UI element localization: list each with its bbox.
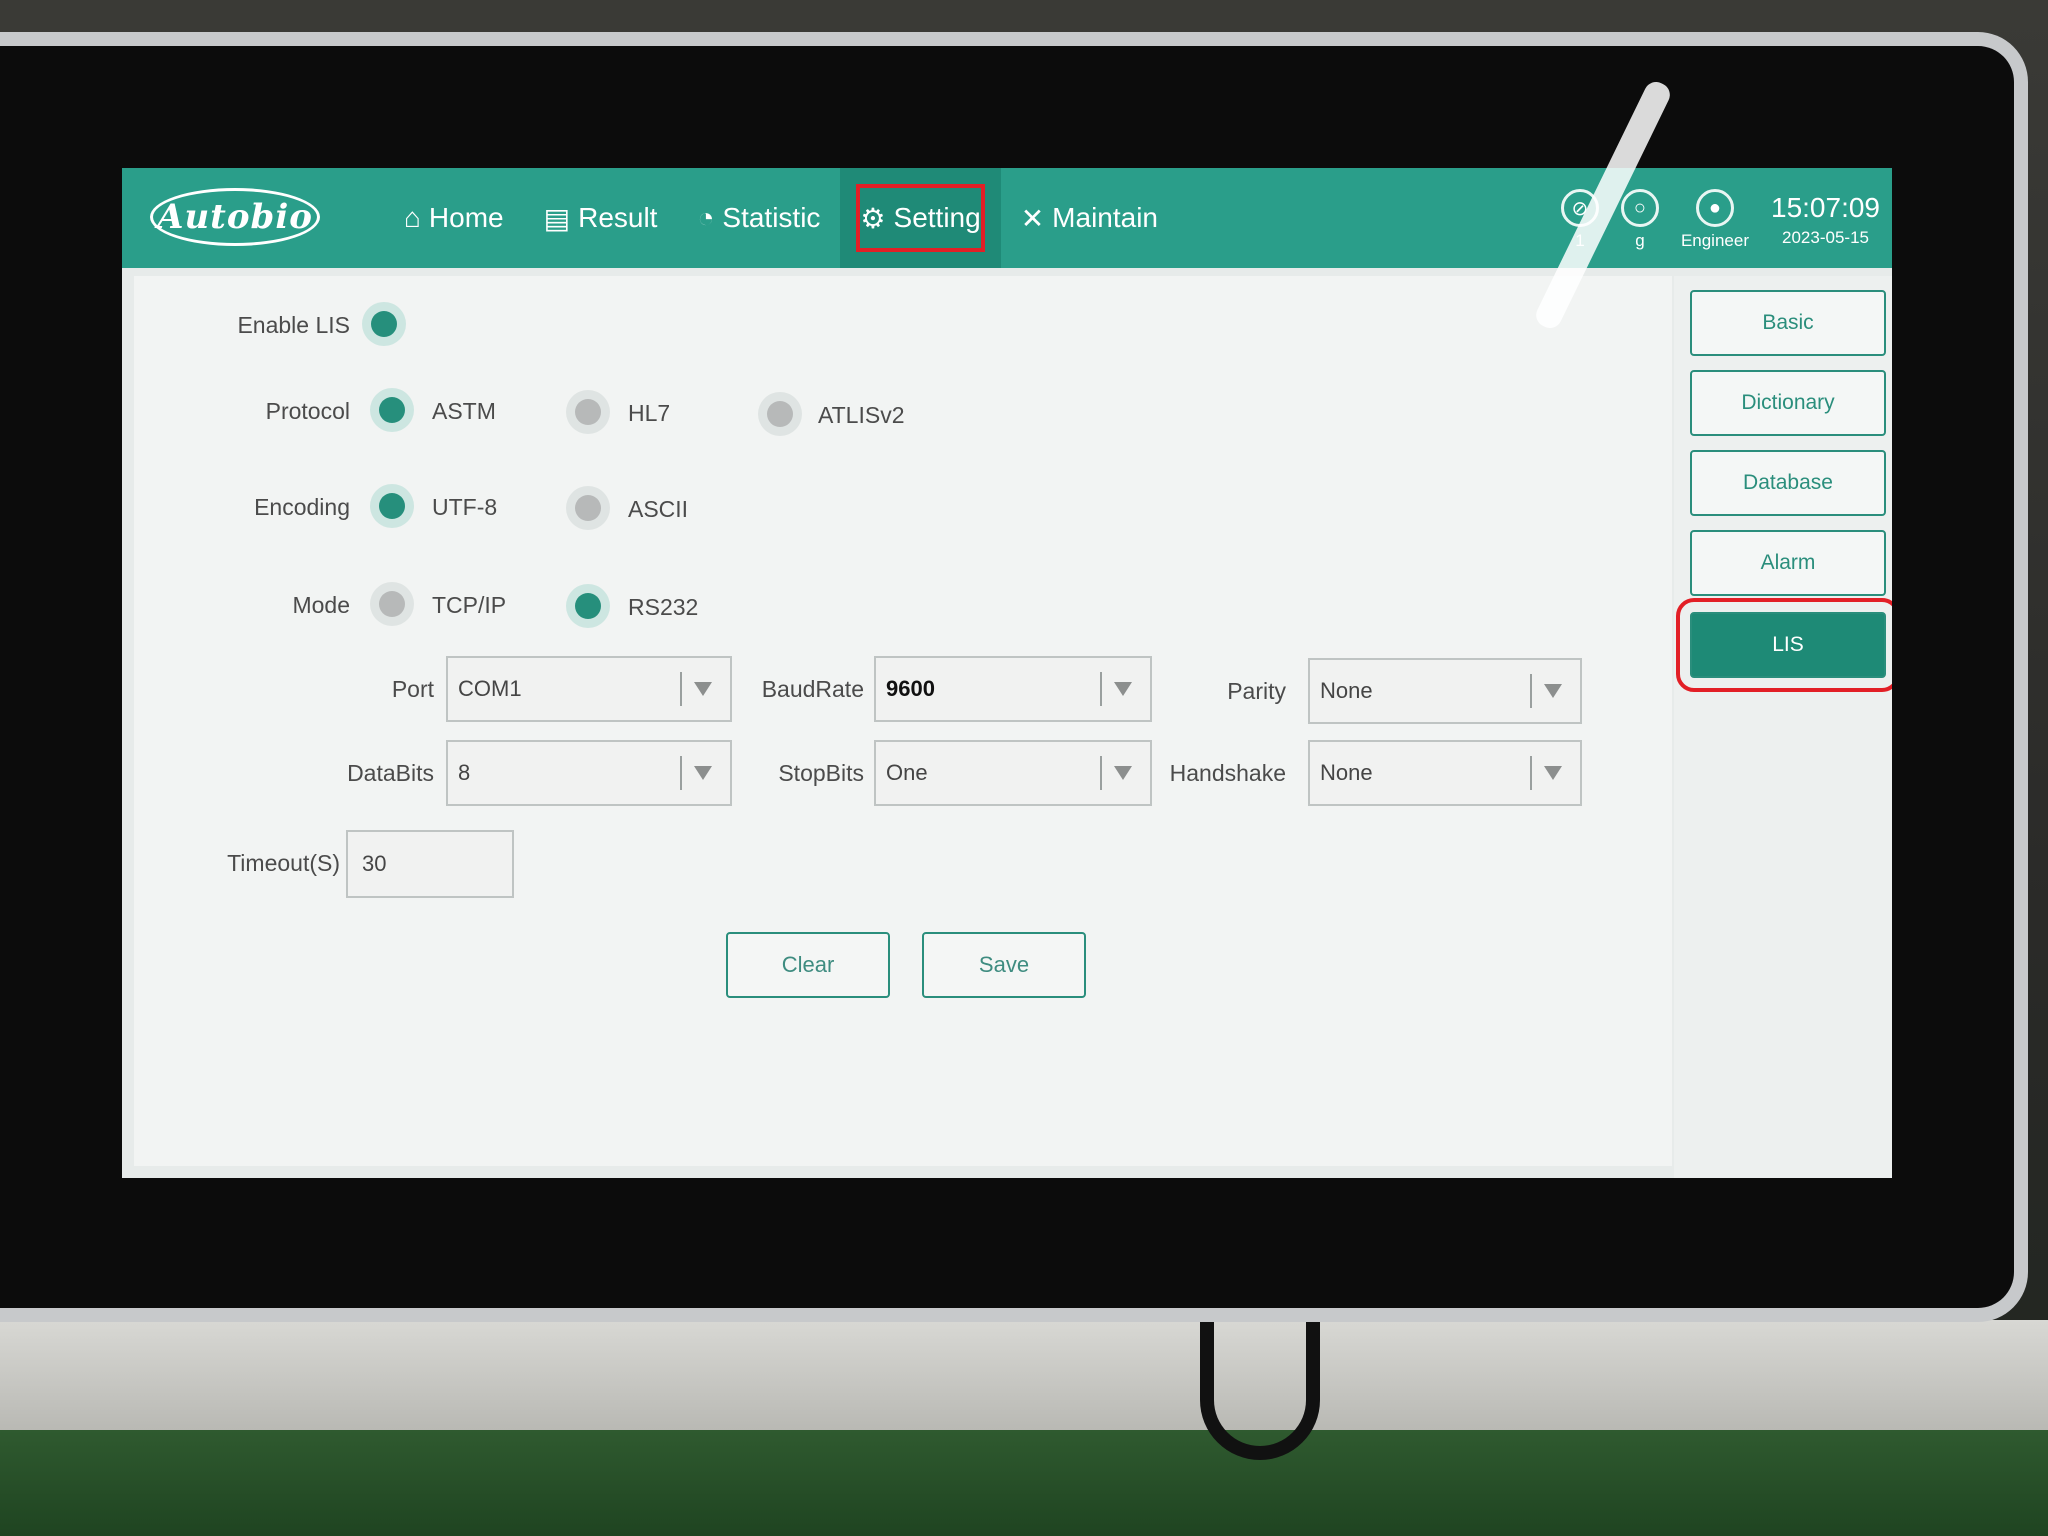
clock-time: 15:07:09 (1771, 192, 1880, 223)
encoding-utf8-radio[interactable] (370, 484, 414, 528)
protocol-astm-radio[interactable] (370, 388, 414, 432)
nav-setting[interactable]: ⚙ Setting (840, 168, 1001, 268)
encoding-ascii-radio[interactable] (566, 486, 610, 530)
databits-select[interactable]: 8 (446, 740, 732, 806)
nav-result-label: Result (578, 202, 658, 233)
chevron-down-icon (1114, 682, 1132, 696)
nav-setting-label: Setting (893, 202, 981, 233)
encoding-label: Encoding (254, 494, 350, 520)
baudrate-value: 9600 (886, 676, 935, 701)
chevron-down-icon (1114, 766, 1132, 780)
protocol-atlisv2-radio[interactable] (758, 392, 802, 436)
settings-side-menu: Basic Dictionary Database Alarm LIS (1674, 276, 1892, 1178)
chevron-down-icon (694, 682, 712, 696)
stopbits-value: One (886, 760, 928, 785)
log-label: g (1635, 231, 1645, 250)
port-select[interactable]: COM1 (446, 656, 732, 722)
encoding-ascii-label: ASCII (628, 496, 689, 522)
enable-lis-label: Enable LIS (237, 312, 350, 338)
timeout-label: Timeout(S) (227, 850, 340, 876)
protocol-label: Protocol (265, 398, 350, 424)
clock-date: 2023-05-15 (1782, 228, 1869, 247)
parity-label: Parity (1227, 678, 1286, 704)
parity-value: None (1320, 678, 1373, 703)
nav-maintain-label: Maintain (1052, 202, 1159, 233)
instrument-base (0, 1430, 2048, 1536)
nav-maintain[interactable]: ✕ Maintain (1001, 168, 1178, 268)
log-status[interactable]: ○ g (1620, 189, 1659, 251)
clear-button[interactable]: Clear (726, 932, 890, 998)
handshake-label: Handshake (1169, 760, 1286, 786)
baudrate-select[interactable]: 9600 (874, 656, 1152, 722)
clock: 15:07:09 2023-05-15 (1771, 192, 1880, 248)
mode-rs232-label: RS232 (628, 594, 699, 620)
pie-chart-icon: ◔ (697, 202, 715, 233)
mode-tcpip-radio[interactable] (370, 582, 414, 626)
mode-rs232-radio[interactable] (566, 584, 610, 628)
nav-statistic-label: Statistic (722, 202, 821, 233)
touch-screen: Autobio ⌂ Home ▤ Result ◔ Statistic ⚙ Se… (122, 168, 1892, 1178)
chevron-down-icon (1544, 684, 1562, 698)
protocol-astm-label: ASTM (432, 398, 496, 424)
desk-shelf (0, 1320, 2048, 1430)
autobio-logo: Autobio (150, 188, 320, 246)
protocol-hl7-radio[interactable] (566, 390, 610, 434)
gear-icon: ⚙ (860, 202, 886, 234)
nav-statistic[interactable]: ◔ Statistic (677, 168, 840, 268)
save-button[interactable]: Save (922, 932, 1086, 998)
mode-tcpip-label: TCP/IP (432, 592, 507, 618)
document-icon: ▤ (543, 202, 571, 234)
tools-icon: ✕ (1020, 202, 1045, 234)
stopbits-select[interactable]: One (874, 740, 1152, 806)
databits-value: 8 (458, 760, 471, 785)
side-lis-button[interactable]: LIS (1676, 598, 1892, 692)
side-dictionary-button[interactable]: Dictionary (1690, 370, 1886, 436)
stopbits-label: StopBits (778, 760, 864, 786)
user-status[interactable]: ● Engineer (1681, 189, 1749, 251)
enable-lis-toggle[interactable] (362, 302, 406, 346)
side-database-button[interactable]: Database (1690, 450, 1886, 516)
mode-label: Mode (292, 592, 350, 618)
nav-home[interactable]: ⌂ Home (384, 168, 524, 268)
protocol-atlisv2-label: ATLISv2 (818, 402, 905, 428)
protocol-hl7-label: HL7 (628, 400, 671, 426)
encoding-utf8-label: UTF-8 (432, 494, 498, 520)
lis-settings-panel: Enable LIS Protocol ASTM HL7 ATLISv2 Enc… (134, 276, 1672, 1166)
port-label: Port (391, 676, 434, 702)
baudrate-label: BaudRate (761, 676, 864, 702)
nav-result[interactable]: ▤ Result (524, 168, 678, 268)
chevron-down-icon (694, 766, 712, 780)
chevron-down-icon (1544, 766, 1562, 780)
home-icon: ⌂ (404, 202, 421, 233)
main-nav: ⌂ Home ▤ Result ◔ Statistic ⚙ Setting ✕ … (384, 168, 1178, 268)
nav-home-label: Home (428, 202, 504, 233)
side-basic-button[interactable]: Basic (1690, 290, 1886, 356)
side-alarm-button[interactable]: Alarm (1690, 530, 1886, 596)
timeout-input[interactable]: 30 (346, 830, 514, 898)
user-icon: ● (1695, 189, 1734, 227)
log-icon: ○ (1620, 189, 1659, 227)
handshake-value: None (1320, 760, 1373, 785)
user-label: Engineer (1680, 231, 1749, 250)
parity-select[interactable]: None (1308, 658, 1582, 724)
port-value: COM1 (458, 676, 522, 701)
handshake-select[interactable]: None (1308, 740, 1582, 806)
databits-label: DataBits (347, 760, 434, 786)
